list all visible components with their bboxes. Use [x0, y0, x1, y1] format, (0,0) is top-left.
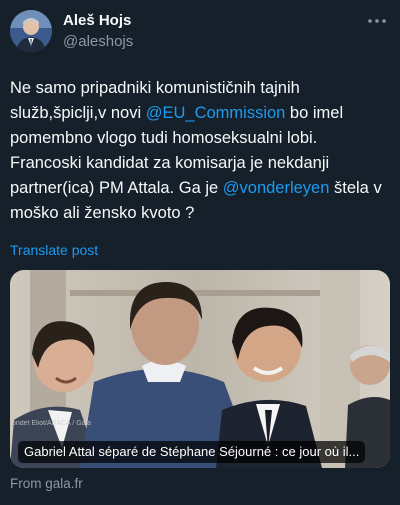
tweet-header: Aleš Hojs @aleshojs — [10, 10, 390, 52]
photo-credit: ondet Eliot/ABACA / Gala — [12, 420, 91, 427]
card-source[interactable]: From gala.fr — [10, 476, 83, 491]
card-title: Gabriel Attal séparé de Stéphane Séjourn… — [18, 441, 366, 463]
more-icon[interactable] — [364, 10, 390, 32]
avatar[interactable] — [10, 10, 52, 52]
display-name[interactable]: Aleš Hojs — [63, 11, 133, 30]
link-card[interactable]: ondet Eliot/ABACA / Gala Gabriel Attal s… — [10, 270, 390, 468]
tweet-text: Ne samo pripadniki komunističnih tajnih … — [10, 76, 392, 226]
card-photo — [10, 270, 390, 468]
mention-eu-commission[interactable]: @EU_Commission — [146, 104, 286, 122]
author-names: Aleš Hojs @aleshojs — [63, 11, 133, 51]
mention-vonderleyen[interactable]: @vonderleyen — [223, 179, 330, 197]
translate-post-link[interactable]: Translate post — [10, 242, 98, 258]
user-handle[interactable]: @aleshojs — [63, 32, 133, 51]
